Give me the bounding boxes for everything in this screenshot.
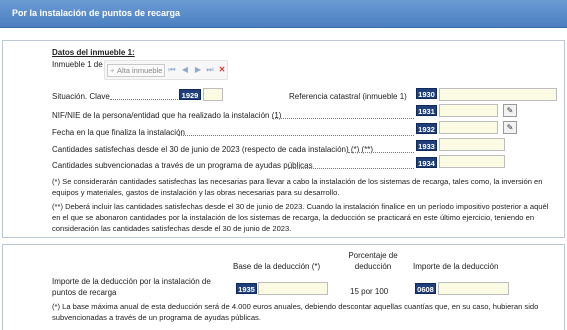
base-deduccion-input[interactable] [258, 282, 328, 295]
note-cantidades-satisfechas: (*) Se considerarán cantidades satisfech… [52, 177, 543, 197]
situacion-code: 1929 [179, 89, 201, 100]
nif-edit-button[interactable]: ✎ [503, 104, 517, 117]
importe-column-header: Importe de la deducción [413, 262, 499, 271]
plus-icon: + [110, 66, 115, 75]
cantidades-code: 1933 [416, 140, 437, 151]
inmueble-counter: Inmueble 1 de 1 [52, 60, 110, 69]
fecha-edit-button[interactable]: ✎ [503, 121, 517, 134]
referencia-catastral-input[interactable] [439, 88, 557, 101]
cantidades-subvencionadas-input[interactable] [439, 155, 505, 168]
first-page-icon[interactable]: ⏮ [167, 64, 177, 76]
next-page-icon[interactable]: ▶ [193, 64, 203, 76]
nif-code: 1931 [416, 105, 437, 116]
nif-input[interactable] [439, 104, 498, 117]
nif-label: NIF/NIE de la persona/entidad que ha rea… [52, 111, 282, 120]
porcentaje-value: 15 por 100 [350, 287, 389, 296]
alta-inmueble-label: Alta inmueble [117, 66, 163, 75]
nif-leader [272, 111, 414, 119]
fecha-code: 1932 [416, 123, 437, 134]
situacion-leader [110, 92, 178, 100]
alta-inmueble-button[interactable]: + Alta inmueble [107, 64, 165, 77]
delete-icon[interactable]: ✕ [217, 64, 227, 76]
subvencionadas-label: Cantidades subvencionadas a través de un… [52, 161, 313, 170]
last-page-icon[interactable]: ⏭ [205, 64, 215, 76]
referencia-code: 1930 [416, 88, 437, 99]
base-column-header: Base de la deducción (*) [233, 262, 321, 271]
fecha-leader [178, 128, 414, 136]
cantidades-leader [348, 145, 414, 153]
pencil-icon: ✎ [506, 106, 514, 115]
inmueble-section-title: Datos del inmueble 1: [52, 48, 135, 57]
situacion-label: Situación. Clave [52, 92, 110, 101]
importe-deduccion-code: 0608 [415, 283, 436, 294]
subvencionadas-leader [288, 161, 414, 169]
referencia-label: Referencia catastral (inmueble 1) [289, 92, 407, 101]
fecha-input[interactable] [439, 121, 498, 134]
fecha-label: Fecha en la que finaliza la instalación [52, 128, 185, 137]
pencil-icon: ✎ [506, 123, 514, 132]
previous-page-icon[interactable]: ◀ [180, 64, 190, 76]
subvencionadas-code: 1934 [416, 157, 437, 168]
importe-deduccion-input[interactable] [438, 282, 509, 295]
cantidades-label: Cantidades satisfechas desde el 30 de ju… [52, 145, 374, 154]
deduccion-label: Importe de la deducción por la instalaci… [52, 277, 211, 297]
note-base-maxima: (*) La base máxima anual de esta deducci… [52, 302, 539, 322]
situacion-clave-input[interactable] [203, 88, 223, 101]
section-header-title: Por la instalación de puntos de recarga [12, 8, 181, 18]
inmueble-nav-toolbar: + Alta inmueble ⏮ ◀ ▶ ⏭ ✕ [104, 60, 228, 80]
porcentaje-column-header: Porcentaje de deducción [348, 251, 398, 271]
note-cantidades-fecha: (**) Deberá incluir las cantidades satis… [52, 202, 549, 233]
base-deduccion-code: 1935 [236, 283, 257, 294]
section-header: Por la instalación de puntos de recarga [0, 0, 567, 28]
cantidades-satisfechas-input[interactable] [439, 138, 505, 151]
